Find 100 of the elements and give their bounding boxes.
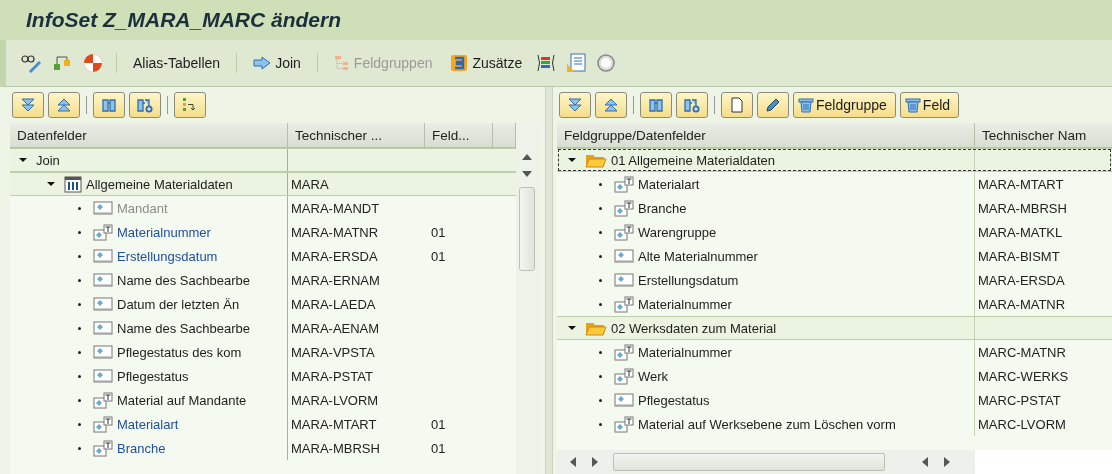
- collapse-all-button[interactable]: [48, 92, 80, 118]
- find-button[interactable]: [93, 92, 125, 118]
- field-label[interactable]: Name des Sachbearbe: [117, 272, 250, 288]
- technical-name: MARA-MTART: [291, 416, 377, 432]
- blank-page-icon: [729, 97, 745, 113]
- field-label[interactable]: Materialnummer: [117, 224, 211, 240]
- trash-icon: [904, 97, 921, 113]
- expand-triangle-icon[interactable]: [46, 179, 56, 189]
- radio-icon[interactable]: [596, 53, 617, 73]
- double-up-icon: [56, 97, 72, 113]
- scroll-right-icon[interactable]: [591, 456, 599, 468]
- field-label[interactable]: 01 Allgemeine Materialdaten: [611, 152, 776, 168]
- horizontal-scrollbar[interactable]: [557, 450, 975, 474]
- field-label[interactable]: Materialnummer: [638, 296, 732, 312]
- find-button[interactable]: [640, 92, 672, 118]
- text-field-icon: [614, 175, 634, 193]
- field-label[interactable]: Branche: [638, 200, 687, 216]
- delete-button[interactable]: Feld: [899, 92, 960, 118]
- find-next-button[interactable]: [676, 92, 708, 118]
- binoculars-plus-icon: [137, 97, 153, 113]
- expand-triangle-icon[interactable]: [567, 155, 577, 165]
- bullet-icon: [78, 398, 81, 402]
- scroll-right-icon[interactable]: [943, 456, 951, 468]
- column-header[interactable]: Technischer Nam: [975, 123, 1112, 147]
- technical-name: MARA-MANDT: [291, 200, 380, 216]
- field-label[interactable]: Warengruppe: [638, 224, 717, 240]
- bullet-icon: [78, 374, 81, 378]
- scroll-up-icon[interactable]: [521, 153, 533, 161]
- field-group-number: 01: [431, 224, 446, 240]
- technical-name: MARA-MATNR: [978, 296, 1066, 312]
- field-label[interactable]: Materialnummer: [638, 344, 732, 360]
- technical-name: MARA-ERSDA: [978, 272, 1065, 288]
- scroll-thumb[interactable]: [519, 187, 535, 271]
- field-label[interactable]: 02 Werksdaten zum Material: [611, 320, 777, 336]
- nodes-icon[interactable]: [52, 53, 72, 73]
- text-field-icon: [614, 415, 634, 433]
- bullet-icon: [78, 230, 81, 234]
- join-button[interactable]: Join: [249, 53, 305, 73]
- scroll-left-icon[interactable]: [569, 456, 577, 468]
- table-icon: [64, 175, 82, 193]
- expand-all-button[interactable]: [559, 92, 591, 118]
- scroll-left-icon[interactable]: [921, 456, 929, 468]
- expand-triangle-icon[interactable]: [18, 155, 28, 165]
- field-label[interactable]: Join: [36, 152, 60, 168]
- technical-name: MARC-MATNR: [978, 344, 1066, 360]
- column-header[interactable]: Technischer ...: [288, 123, 425, 147]
- text-field-icon: [614, 367, 634, 385]
- double-down-icon: [20, 97, 36, 113]
- collapse-all-button[interactable]: [595, 92, 627, 118]
- column-header[interactable]: Feld...: [425, 123, 493, 147]
- column-header[interactable]: Feldgruppe/Datenfelder: [557, 123, 975, 147]
- technical-name: MARA-PSTAT: [291, 368, 373, 384]
- technical-name: MARA-LAEDA: [291, 296, 376, 312]
- scroll-thumb[interactable]: [613, 453, 885, 471]
- window-title: InfoSet Z_MARA_MARC ändern: [26, 8, 341, 32]
- bullet-icon: [78, 302, 81, 306]
- field-label[interactable]: Erstellungsdatum: [117, 248, 218, 264]
- binoculars-icon: [101, 97, 117, 113]
- field-label[interactable]: Pflegestatus: [117, 368, 189, 384]
- toolbar-button[interactable]: Zusätze: [446, 52, 527, 74]
- edit-button[interactable]: [757, 92, 789, 118]
- field-icon: [93, 273, 113, 287]
- technical-name: MARA-MATKL: [978, 224, 1063, 240]
- double-down-icon: [567, 97, 583, 113]
- field-label[interactable]: Erstellungsdatum: [638, 272, 739, 288]
- bullet-icon: [599, 374, 602, 378]
- technical-name: MARA: [291, 176, 329, 192]
- find-next-button[interactable]: [129, 92, 161, 118]
- lifebuoy-icon[interactable]: [82, 52, 104, 74]
- field-label[interactable]: Materialart: [117, 416, 179, 432]
- field-group-number: 01: [431, 416, 446, 432]
- toolbar-button[interactable]: Alias-Tabellen: [129, 53, 225, 73]
- vertical-scrollbar[interactable]: [516, 123, 538, 474]
- text-field-icon: [93, 223, 113, 241]
- field-label[interactable]: Datum der letzten Än: [117, 296, 240, 312]
- expand-triangle-icon[interactable]: [567, 323, 577, 333]
- column-header[interactable]: Datenfelder: [10, 123, 288, 147]
- field-label[interactable]: Allgemeine Materialdaten: [86, 176, 233, 192]
- scroll-down-icon[interactable]: [521, 170, 533, 178]
- bullet-icon: [78, 326, 81, 330]
- color-bars-icon[interactable]: [536, 54, 557, 72]
- field-label[interactable]: Branche: [117, 440, 166, 456]
- field-icon: [93, 369, 113, 383]
- expand-all-button[interactable]: [12, 92, 44, 118]
- field-label[interactable]: Material auf Werksebene zum Löschen vorm: [638, 416, 896, 432]
- field-label[interactable]: Pflegestatus des kom: [117, 344, 242, 360]
- field-label[interactable]: Materialart: [638, 176, 700, 192]
- layout-button[interactable]: [174, 92, 206, 118]
- field-label[interactable]: Pflegestatus: [638, 392, 710, 408]
- field-label[interactable]: Material auf Mandante: [117, 392, 247, 408]
- delete-button[interactable]: Feldgruppe: [793, 92, 896, 118]
- arrow-icon: [253, 56, 272, 70]
- field-label[interactable]: Name des Sachbearbe: [117, 320, 250, 336]
- bullet-icon: [78, 446, 81, 450]
- bullet-icon: [599, 254, 602, 258]
- technical-name: MARA-LVORM: [291, 392, 379, 408]
- glasses-pencil-icon[interactable]: [20, 53, 42, 73]
- field-label[interactable]: Alte Materialnummer: [638, 248, 758, 264]
- field-icon: [93, 297, 113, 311]
- field-label[interactable]: Werk: [638, 368, 669, 384]
